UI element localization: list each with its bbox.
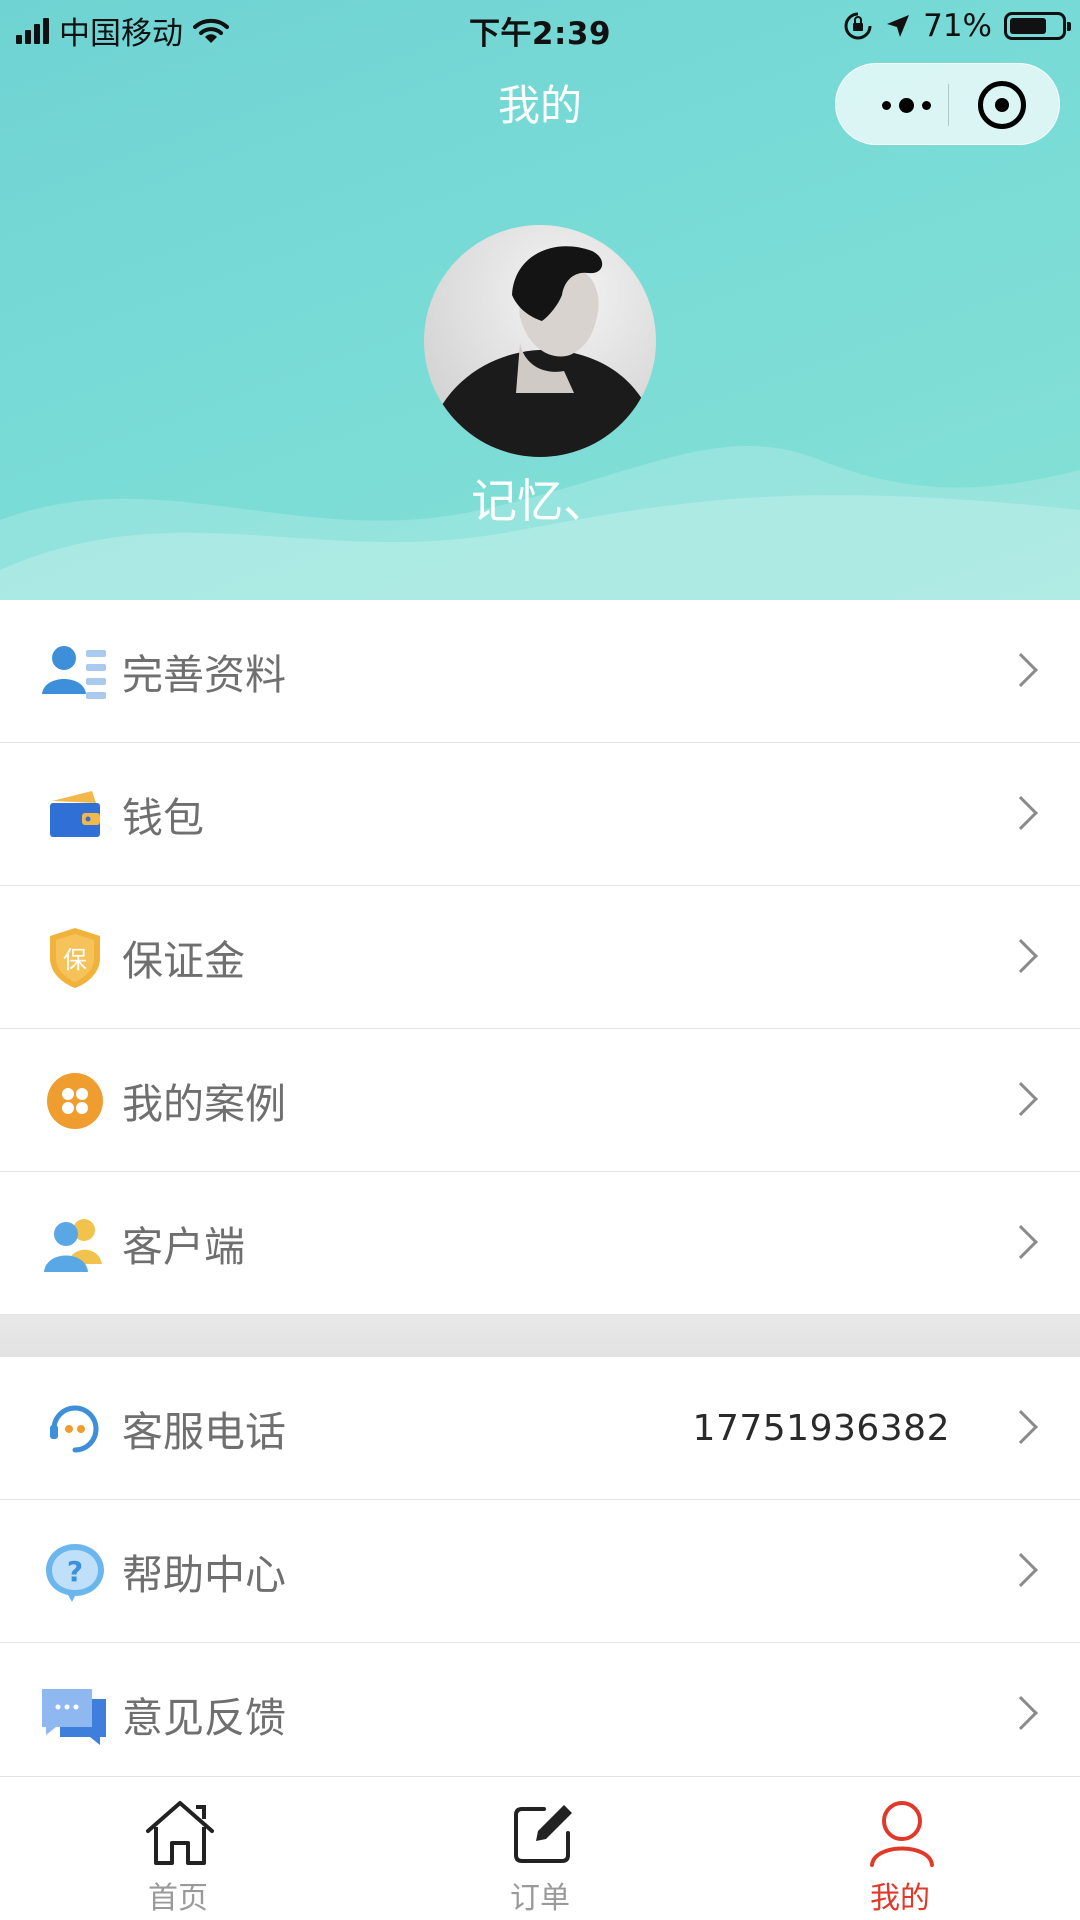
chevron-right-icon [1004, 796, 1038, 830]
tab-mine[interactable]: 我的 [800, 1777, 1000, 1920]
edit-order-icon [514, 1805, 572, 1863]
menu-item-client[interactable]: 客户端 [0, 1172, 1080, 1315]
menu-label: 客户端 [122, 1223, 245, 1271]
avatar[interactable] [424, 225, 656, 457]
customer-service-icon [50, 1405, 99, 1453]
close-miniprogram-icon[interactable] [978, 81, 1026, 129]
section-divider [0, 1315, 1080, 1357]
profile-edit-icon [42, 646, 106, 699]
client-icon [44, 1219, 102, 1272]
chevron-right-icon [1004, 1696, 1038, 1730]
menu-item-deposit[interactable]: 保 保证金 [0, 886, 1080, 1029]
orientation-lock-icon [844, 12, 872, 40]
tab-label: 我的 [870, 1881, 930, 1916]
battery-icon [1004, 12, 1071, 40]
menu-item-help[interactable]: ? 帮助中心 [0, 1500, 1080, 1643]
status-bar-right: 71% [843, 8, 1071, 44]
menu-item-profile[interactable]: 完善资料 [0, 600, 1080, 743]
menu-label: 意见反馈 [122, 1694, 286, 1742]
capsule-divider [948, 84, 949, 126]
cases-icon [47, 1073, 103, 1129]
deposit-shield-icon: 保 [50, 928, 100, 988]
menu-item-cases[interactable]: 我的案例 [0, 1029, 1080, 1172]
menu-item-feedback[interactable]: 意见反馈 [0, 1643, 1080, 1786]
username: 记忆、 [471, 474, 609, 528]
chevron-right-icon [1004, 1082, 1038, 1116]
chevron-right-icon [1004, 653, 1038, 687]
chevron-right-icon [1004, 1225, 1038, 1259]
more-menu-icon[interactable] [866, 64, 946, 146]
avatar-portrait-image [424, 246, 656, 457]
tab-orders[interactable]: 订单 [440, 1777, 640, 1920]
menu-list: 完善资料 钱包 保 保证金 我的案例 客户端 客服电话 17751936382 … [0, 600, 1080, 1786]
battery-percent: 71% [923, 8, 992, 44]
svg-text:保: 保 [63, 946, 87, 974]
help-icon: ? [46, 1544, 104, 1602]
chevron-right-icon [1004, 1410, 1038, 1444]
menu-label: 客服电话 [122, 1408, 286, 1456]
menu-label: 钱包 [122, 794, 204, 842]
mini-program-capsule [835, 63, 1060, 145]
feedback-icon [42, 1689, 106, 1745]
tab-label: 订单 [510, 1881, 570, 1916]
status-bar: 中国移动 下午2:39 71% [0, 0, 1080, 54]
tab-bar: 首页 订单 我的 [0, 1776, 1080, 1920]
menu-item-wallet[interactable]: 钱包 [0, 743, 1080, 886]
chevron-right-icon [1004, 939, 1038, 973]
menu-label: 帮助中心 [122, 1551, 286, 1599]
user-icon [870, 1801, 934, 1867]
tab-home[interactable]: 首页 [78, 1777, 278, 1920]
home-icon [146, 1801, 214, 1865]
chevron-right-icon [1004, 1553, 1038, 1587]
menu-label: 我的案例 [122, 1080, 286, 1128]
service-phone-number[interactable]: 17751936382 [693, 1408, 950, 1449]
tab-label: 首页 [148, 1881, 208, 1916]
wallet-icon [50, 791, 100, 837]
location-arrow-icon [887, 15, 910, 37]
menu-item-service-phone[interactable]: 客服电话 17751936382 [0, 1357, 1080, 1500]
menu-label: 保证金 [122, 937, 245, 985]
menu-label: 完善资料 [122, 651, 286, 699]
svg-text:?: ? [67, 1555, 83, 1588]
profile-header: 中国移动 下午2:39 71% 我的 记忆、 [0, 0, 1080, 600]
